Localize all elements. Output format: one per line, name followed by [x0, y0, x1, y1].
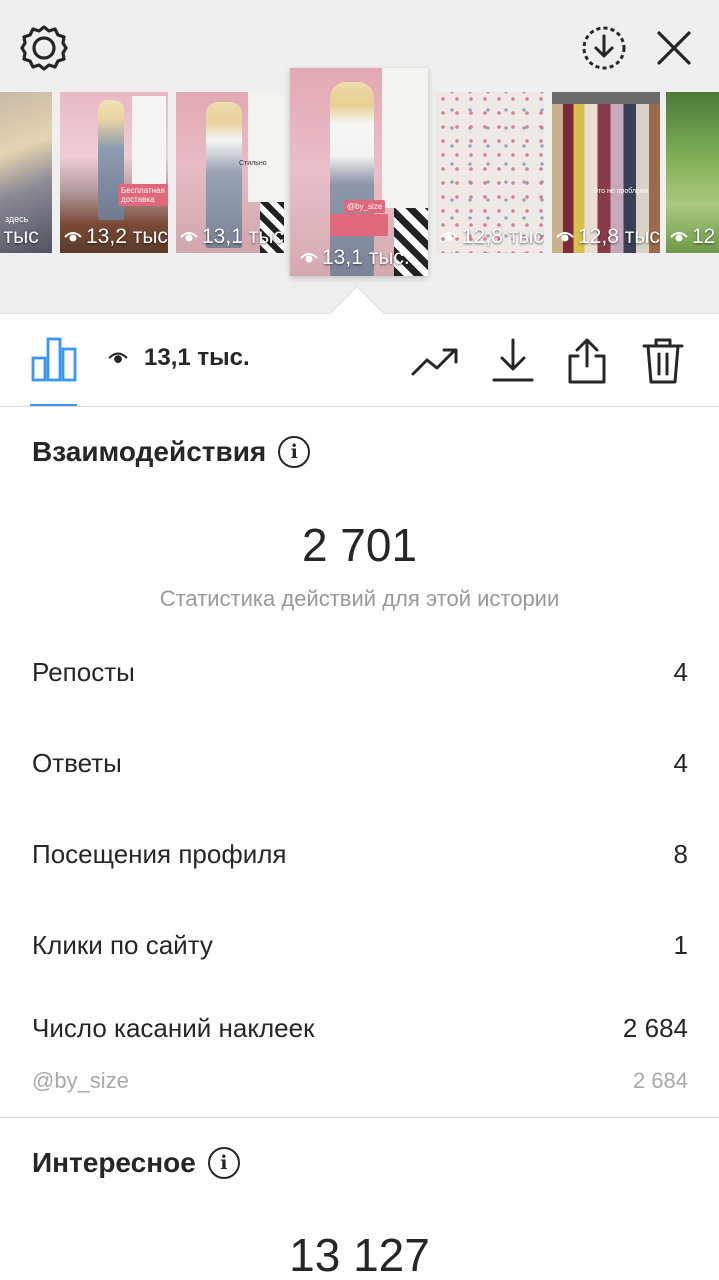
close-button[interactable] [648, 22, 700, 74]
story-thumbnail[interactable]: Это не проблема 12,8 тыс [552, 92, 660, 253]
info-icon[interactable]: i [278, 436, 311, 468]
story-thumbnail[interactable]: Бесплатная доставка 13,2 тыс [60, 92, 168, 253]
metric-label: Число касаний наклеек [32, 1013, 315, 1043]
interactions-heading: Взаимодействия i [32, 436, 311, 468]
share-button[interactable] [562, 336, 612, 386]
settings-button[interactable] [18, 22, 70, 74]
story-strip: здесь 9 тыс Бесплатная доставка 13,2 тыс… [0, 0, 719, 314]
story-views: 13,2 тыс [64, 225, 168, 249]
story-views: 12 [670, 225, 715, 249]
metric-row-replies: Ответы 4 [32, 748, 688, 779]
eye-icon [440, 232, 458, 242]
eye-icon [108, 352, 128, 363]
story-views: 9 тыс [0, 225, 39, 248]
eye-icon [670, 232, 688, 242]
eye-icon [180, 232, 198, 242]
story-thumbnail[interactable]: здесь 9 тыс [0, 92, 52, 253]
discovery-total: 13 127 [289, 1229, 430, 1280]
download-circle-icon [582, 26, 626, 70]
metric-row-sticker-taps: Число касаний наклеек 2 684 [32, 1013, 688, 1044]
trash-icon [642, 338, 684, 384]
metric-row-sticker-mention: @by_size 2 684 [32, 1068, 688, 1094]
interactions-subtitle: Статистика действий для этой истории [159, 586, 560, 611]
metric-value: 4 [673, 748, 688, 778]
story-sticker: @by_size [344, 200, 386, 213]
eye-icon [300, 253, 318, 263]
interactions-total: 2 701 [301, 519, 418, 571]
close-icon [657, 31, 691, 65]
insights-tab[interactable] [30, 336, 78, 382]
metric-label: Репосты [32, 657, 135, 687]
metric-row-website-clicks: Клики по сайту 1 [32, 930, 688, 961]
metric-row-profile-visits: Посещения профиля 8 [32, 839, 688, 870]
save-story-button[interactable] [578, 22, 630, 74]
story-views: 12,8 тыс [440, 225, 544, 249]
gear-icon [20, 25, 68, 71]
story-views: 13,1 тыс [180, 225, 284, 249]
story-thumbnail-selected[interactable]: @by_size 13,1 тыс. [290, 68, 428, 276]
story-sticker: здесь [5, 214, 29, 224]
metric-value: 4 [673, 657, 688, 687]
metric-label: Клики по сайту [32, 930, 213, 960]
info-icon[interactable]: i [207, 1147, 240, 1179]
metric-label: @by_size [32, 1068, 129, 1093]
views-count: 13,1 тыс. [108, 344, 250, 372]
discovery-title: Интересное [32, 1147, 196, 1178]
story-thumbnail[interactable]: 12,8 тыс [436, 92, 544, 253]
metric-value: 8 [673, 839, 688, 869]
share-icon [568, 338, 606, 384]
bar-chart-icon [31, 337, 77, 382]
trending-icon [411, 348, 458, 376]
metric-value: 1 [673, 930, 688, 960]
story-views: 12,8 тыс [556, 225, 660, 249]
discovery-heading: Интересное i [32, 1147, 240, 1179]
story-thumbnail[interactable]: 12 [666, 92, 719, 253]
metric-label: Посещения профиля [32, 839, 287, 869]
story-thumbnails: здесь 9 тыс Бесплатная доставка 13,2 тыс… [0, 68, 719, 282]
active-tab-indicator [30, 404, 77, 406]
interactions-title: Взаимодействия [32, 436, 267, 467]
metric-value: 2 684 [622, 1013, 688, 1043]
story-thumbnail[interactable]: Стильно 13,1 тыс [176, 92, 284, 253]
metric-row-shares: Репосты 4 [32, 657, 688, 688]
story-sticker: Бесплатная доставка [118, 184, 168, 206]
section-divider [0, 1117, 719, 1118]
insights-toolbar: 13,1 тыс. [0, 314, 719, 407]
eye-icon [556, 232, 574, 242]
story-sticker: Стильно [239, 160, 267, 167]
metric-value: 2 684 [632, 1068, 688, 1093]
promote-button[interactable] [410, 336, 460, 386]
views-label: 13,1 тыс. [144, 344, 250, 371]
delete-button[interactable] [638, 336, 688, 386]
story-sticker: Это не проблема [593, 188, 649, 195]
metric-label: Ответы [32, 748, 122, 778]
download-icon [492, 338, 534, 382]
download-button[interactable] [488, 336, 538, 386]
story-views: 13,1 тыс. [300, 246, 410, 270]
eye-icon [64, 232, 82, 242]
story-sticker-text [330, 214, 388, 236]
